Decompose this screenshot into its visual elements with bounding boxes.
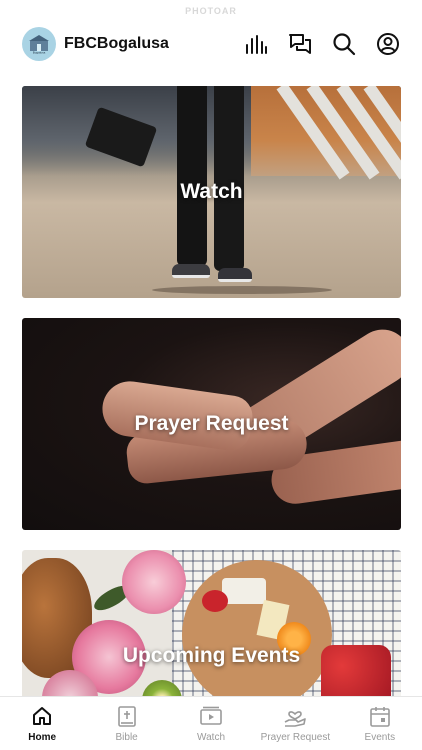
status-text: PHOTOAR (185, 6, 237, 16)
org-name: FBCBogalusa (64, 35, 169, 52)
tab-watch-label: Watch (197, 732, 225, 743)
watch-card-title: Watch (180, 180, 243, 203)
status-bar: PHOTOAR (0, 0, 422, 22)
bottom-tab-bar: Home Bible Watch Prayer Request Events (0, 696, 422, 750)
prayer-request-card-title: Prayer Request (134, 412, 289, 435)
tab-events-label: Events (364, 732, 396, 743)
app-header: Bogalusa FBCBogalusa (0, 22, 422, 66)
church-logo-icon: Bogalusa (29, 35, 49, 54)
watch-card[interactable]: Watch (22, 86, 401, 298)
tab-watch[interactable]: Watch (169, 697, 253, 750)
profile-icon[interactable] (376, 32, 400, 56)
tab-prayer-request[interactable]: Prayer Request (253, 697, 337, 750)
chat-icon[interactable] (288, 32, 312, 56)
chart-bars-icon[interactable] (244, 32, 268, 56)
header-actions (244, 32, 400, 56)
tab-bible-label: Bible (115, 732, 138, 743)
home-feed: Watch Prayer Request Upcoming Events (22, 86, 401, 750)
video-icon (200, 705, 222, 727)
church-logo[interactable]: Bogalusa (22, 27, 56, 61)
tab-home[interactable]: Home (0, 697, 84, 750)
upcoming-events-card-title: Upcoming Events (122, 644, 301, 667)
tab-bible[interactable]: Bible (84, 697, 168, 750)
prayer-request-card[interactable]: Prayer Request (22, 318, 401, 530)
logo-lettering: Bogalusa (33, 51, 46, 54)
calendar-icon (369, 705, 391, 727)
tab-prayer-request-label: Prayer Request (260, 732, 331, 743)
bible-icon (116, 705, 138, 727)
home-icon (31, 705, 53, 727)
search-icon[interactable] (332, 32, 356, 56)
tab-home-label: Home (28, 732, 57, 743)
prayer-hands-icon (284, 705, 307, 727)
tab-events[interactable]: Events (338, 697, 422, 750)
